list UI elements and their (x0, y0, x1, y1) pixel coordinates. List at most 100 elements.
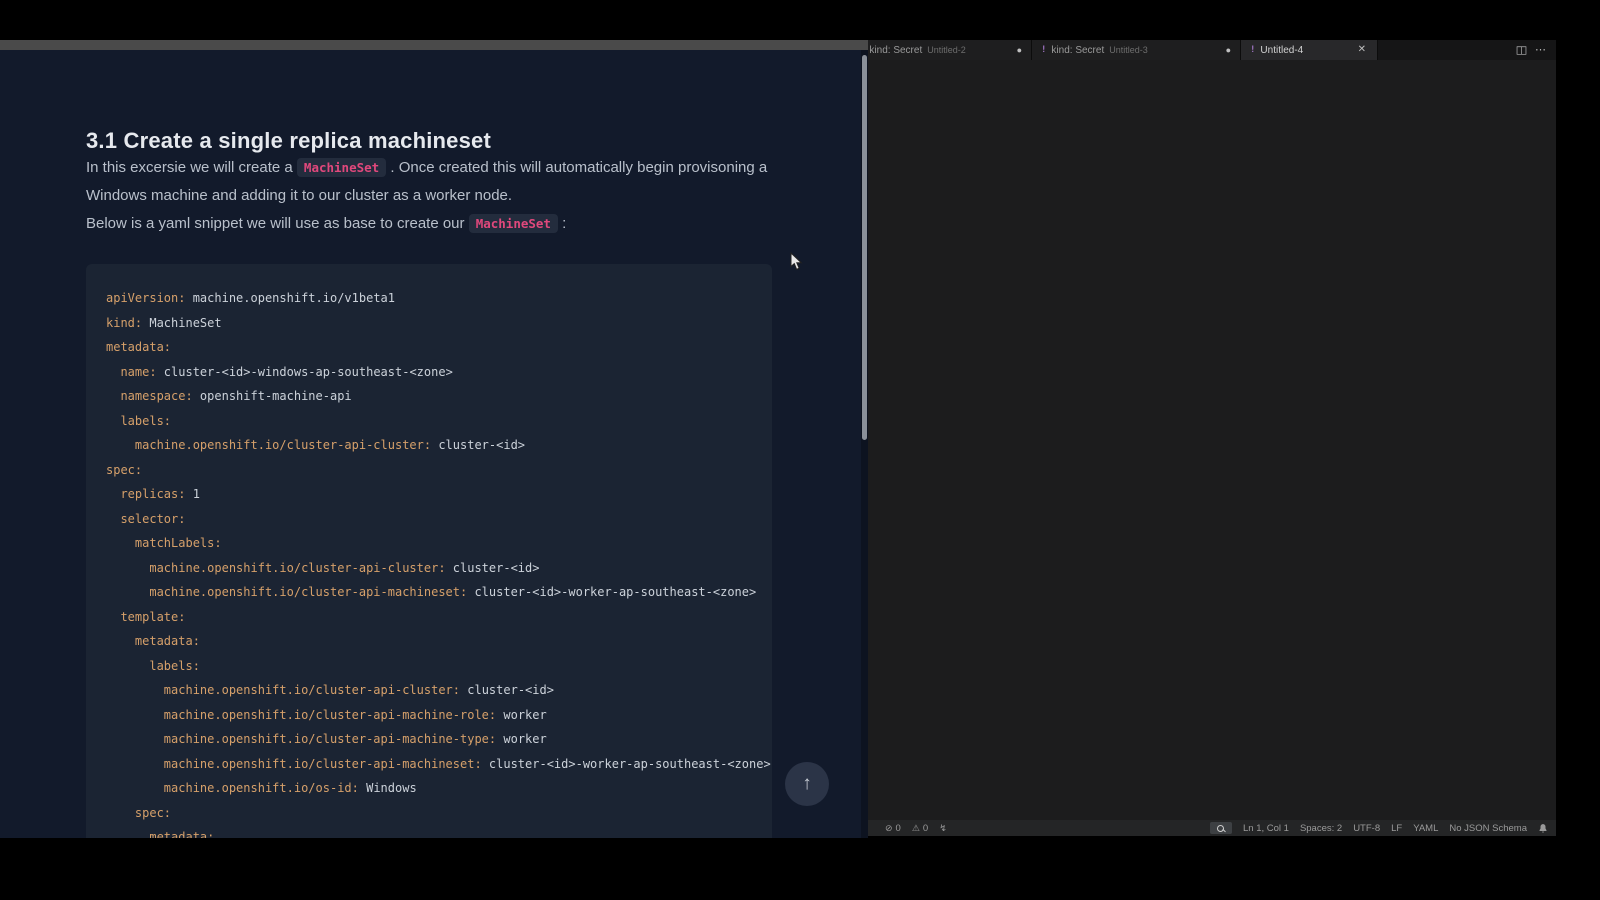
editor-actions: ⋯ (1506, 40, 1556, 60)
scroll-to-top-button[interactable]: ↑ (785, 762, 829, 806)
status-warning-count: 0 (923, 823, 928, 834)
yaml-key: machine.openshift.io/cluster-api-machine… (106, 585, 467, 599)
yaml-key: apiVersion: (106, 291, 185, 305)
docs-scrollbar-thumb[interactable] (862, 55, 867, 440)
yaml-key: namespace: (106, 389, 193, 403)
yaml-value: cluster-<id>-worker-ap-southeast-<zone> (482, 757, 771, 771)
more-actions-icon[interactable]: ⋯ (1535, 45, 1546, 56)
code-line: labels: (106, 409, 752, 434)
status-utf-8[interactable]: UTF-8 (1353, 823, 1380, 834)
status-ln-1-col-1[interactable]: Ln 1, Col 1 (1243, 823, 1289, 834)
status-lf[interactable]: LF (1391, 823, 1402, 834)
yaml-key: machine.openshift.io/cluster-api-cluster… (106, 683, 460, 697)
code-line: labels: (106, 654, 752, 679)
editor-area[interactable] (850, 60, 1556, 820)
inline-code-machineset: MachineSet (469, 214, 558, 233)
yaml-key: machine.openshift.io/cluster-api-cluster… (106, 561, 446, 575)
code-line: machine.openshift.io/cluster-api-machine… (106, 580, 752, 605)
close-icon[interactable]: ✕ (1356, 44, 1368, 56)
yaml-key: machine.openshift.io/os-id: (106, 781, 359, 795)
status-warning[interactable]: ⚠0 (912, 823, 928, 834)
yaml-key: matchLabels: (106, 536, 222, 550)
yaml-key: selector: (106, 512, 185, 526)
code-line: apiVersion: machine.openshift.io/v1beta1 (106, 286, 752, 311)
code-line: machine.openshift.io/cluster-api-cluster… (106, 678, 752, 703)
screen: !kind: SecretUntitled-2●! kind: Secret Unt… (0, 0, 1600, 900)
yaml-key: machine.openshift.io/cluster-api-machine… (106, 708, 496, 722)
status-screencast[interactable]: ↯ (939, 823, 947, 834)
magnifier-icon (1217, 825, 1224, 832)
yaml-value: worker (496, 732, 547, 746)
yaml-file-icon: ! (1041, 45, 1046, 55)
screencast-icon: ↯ (939, 823, 947, 834)
yaml-file-icon: ! (1250, 45, 1255, 55)
unsaved-dot-icon[interactable]: ● (1226, 46, 1231, 55)
yaml-key: spec: (106, 806, 171, 820)
yaml-value: MachineSet (142, 316, 221, 330)
code-line: selector: (106, 507, 752, 532)
status-no-json-schema[interactable]: No JSON Schema (1449, 823, 1527, 834)
intro-paragraph: In this excersie we will create a Machin… (86, 154, 772, 210)
tab-untitled-3[interactable]: ! kind: Secret Untitled-3 ● (1032, 40, 1241, 60)
docs-window: 3.1 Create a single replica machineset I… (0, 40, 868, 838)
warning-icon: ⚠ (912, 823, 920, 834)
editor-tab-bar: !kind: SecretUntitled-2●! kind: Secret Unt… (850, 40, 1556, 60)
code-line: spec: (106, 801, 752, 826)
unsaved-dot-icon[interactable]: ● (1017, 46, 1022, 55)
yaml-value: cluster-<id>-worker-ap-southeast-<zone> (467, 585, 756, 599)
yaml-intro-paragraph: Below is a yaml snippet we will use as b… (86, 210, 772, 238)
yaml-key: metadata: (106, 634, 200, 648)
code-line: machine.openshift.io/cluster-api-cluster… (106, 556, 752, 581)
notifications-bell-icon[interactable] (1538, 823, 1548, 834)
code-line: machine.openshift.io/cluster-api-machine… (106, 752, 752, 777)
status-yaml[interactable]: YAML (1413, 823, 1438, 834)
status-error-count: 0 (896, 823, 901, 834)
code-line: machine.openshift.io/cluster-api-cluster… (106, 433, 752, 458)
tab-description: Untitled-3 (1109, 45, 1148, 55)
yaml-key: name: (106, 365, 157, 379)
code-line: metadata: (106, 629, 752, 654)
yaml-value: worker (496, 708, 547, 722)
zoom-indicator[interactable] (1210, 822, 1232, 834)
yaml-value: cluster-<id> (446, 561, 540, 575)
code-line: kind: MachineSet (106, 311, 752, 336)
code-line: matchLabels: (106, 531, 752, 556)
code-line: machine.openshift.io/cluster-api-machine… (106, 727, 752, 752)
yaml-value: cluster-<id> (460, 683, 554, 697)
inline-code-machineset: MachineSet (297, 158, 386, 177)
yaml-key: machine.openshift.io/cluster-api-cluster… (106, 438, 431, 452)
status-error[interactable]: ⊘0 (885, 823, 901, 834)
code-line: metadata: (106, 335, 752, 360)
status-bar-right: Ln 1, Col 1 Spaces: 2 UTF-8 LF YAML No JSON S… (1210, 822, 1548, 834)
tab-untitled-2[interactable]: !kind: SecretUntitled-2● (850, 40, 1032, 60)
yaml-key: kind: (106, 316, 142, 330)
docs-scrollbar[interactable] (861, 50, 868, 838)
code-line: metadata: (106, 825, 752, 838)
code-line: spec: (106, 458, 752, 483)
status-bar-left: ⊘0⚠0↯ (858, 821, 947, 835)
yaml-key: labels: (106, 414, 171, 428)
code-line: template: (106, 605, 752, 630)
yaml-value: cluster-<id>-windows-ap-southeast-<zone> (157, 365, 453, 379)
error-icon: ⊘ (885, 823, 893, 834)
code-line: name: cluster-<id>-windows-ap-southeast-… (106, 360, 752, 385)
yaml-key: labels: (106, 659, 200, 673)
yaml-key: machine.openshift.io/cluster-api-machine… (106, 757, 482, 771)
yaml-key: replicas: (106, 487, 185, 501)
split-editor-icon[interactable] (1516, 45, 1527, 56)
yaml-key: metadata: (106, 340, 171, 354)
yaml-key: metadata: (106, 830, 214, 838)
mouse-cursor (790, 252, 803, 276)
yaml-value: Windows (359, 781, 417, 795)
code-line: replicas: 1 (106, 482, 752, 507)
vscode-window: !kind: SecretUntitled-2●! kind: Secret Unt… (850, 40, 1556, 836)
arrow-up-icon: ↑ (802, 773, 812, 795)
yaml-key: template: (106, 610, 185, 624)
code-line: machine.openshift.io/os-id: Windows (106, 776, 752, 801)
status-spaces-2[interactable]: Spaces: 2 (1300, 823, 1342, 834)
code-line: machine.openshift.io/cluster-api-machine… (106, 703, 752, 728)
tab-untitled-4[interactable]: !Untitled-4✕ (1241, 40, 1378, 60)
yaml-key: spec: (106, 463, 142, 477)
yaml-code-block: apiVersion: machine.openshift.io/v1beta1… (86, 264, 772, 838)
tab-title: kind: Secret (1051, 45, 1104, 56)
